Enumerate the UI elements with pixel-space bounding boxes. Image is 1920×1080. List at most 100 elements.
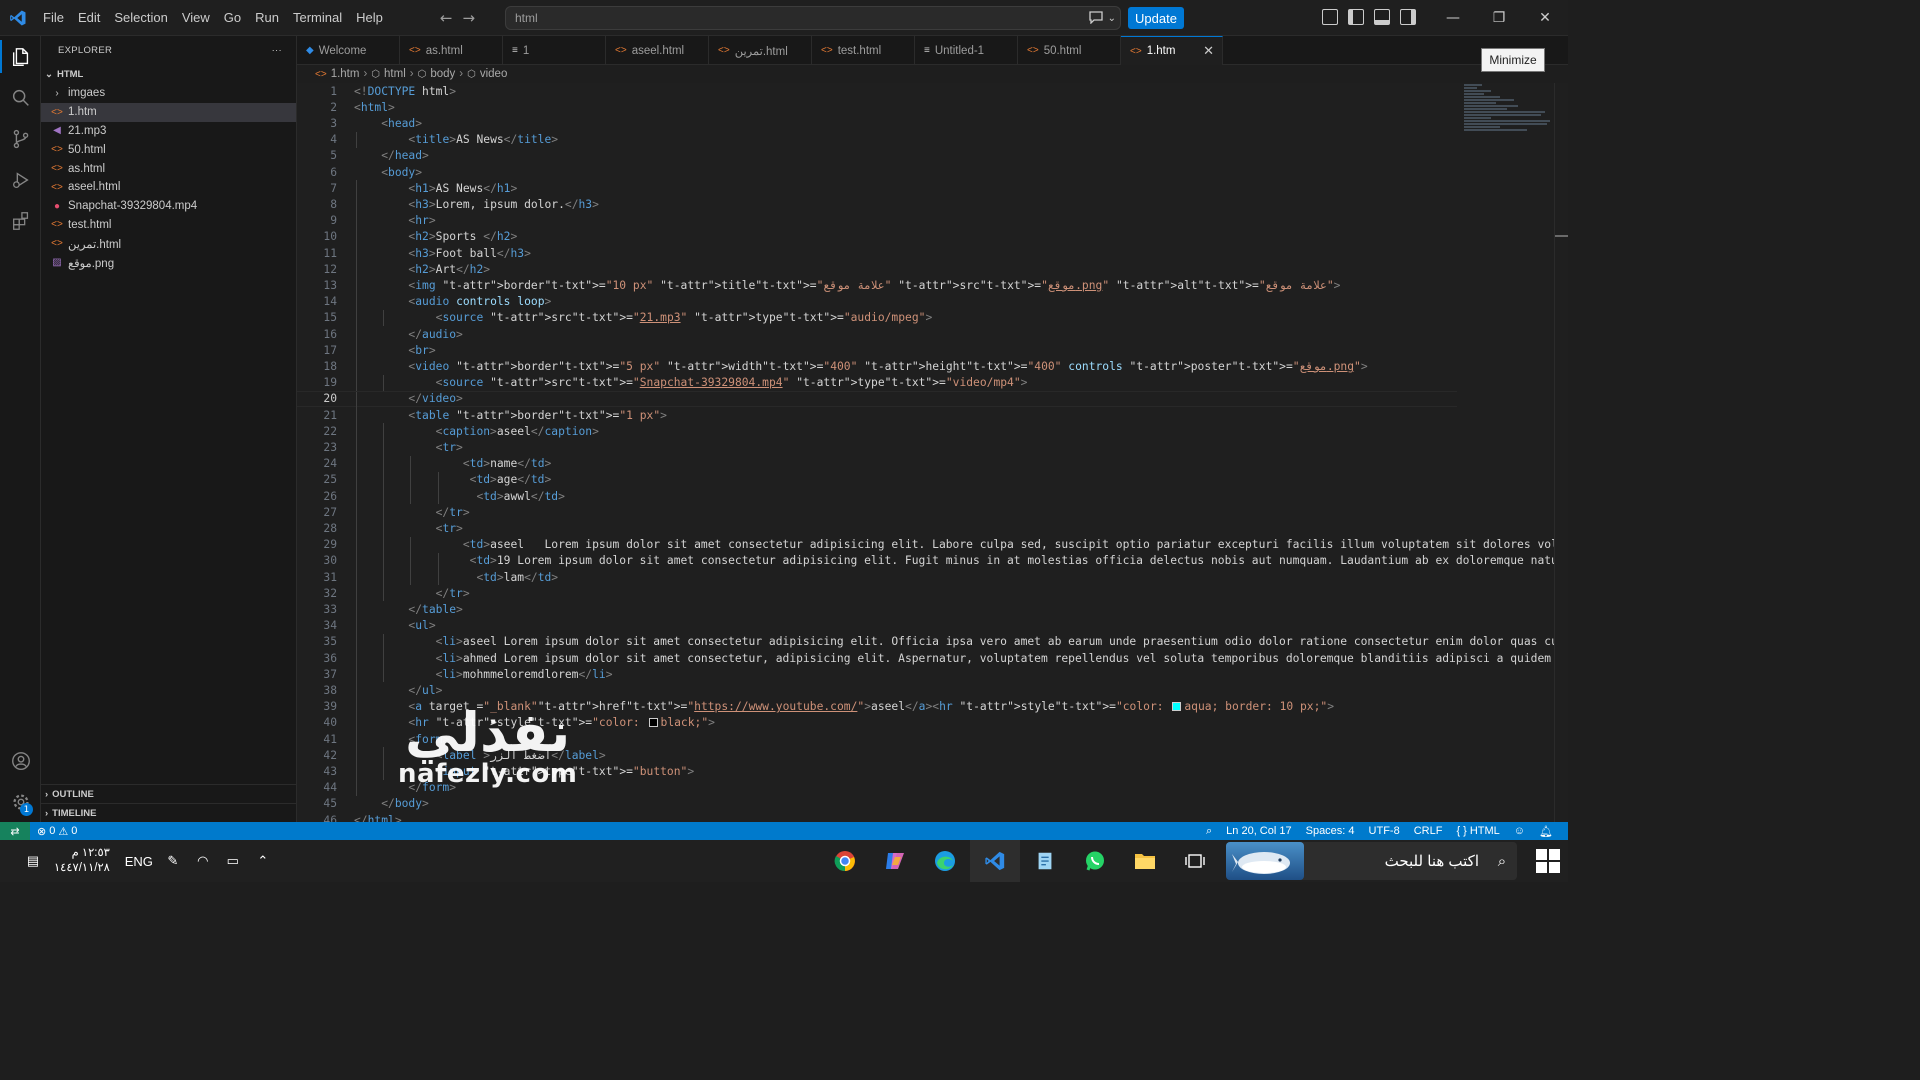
editor-tab[interactable]: <> 1.htm ✕ [1121,36,1223,65]
code-line[interactable]: 37 <li>mohmmeloremdlorem</li> [297,666,1457,683]
account-icon[interactable] [0,740,41,781]
code-line[interactable]: 32 </tr> [297,585,1457,602]
forward-arrow-icon[interactable]: → [462,9,475,27]
breadcrumb-video[interactable]: video [480,68,508,80]
code-line[interactable]: 29 <td>aseel Lorem ipsum dolor sit amet … [297,536,1568,553]
editor-tab[interactable]: <> aseel.html [606,36,709,65]
code-line[interactable]: 26 <td>awwl</td> [297,488,1457,505]
code-line[interactable]: 12 <h2>Art</h2> [297,261,1457,278]
wifi-icon[interactable]: ◠ [188,840,218,882]
end-of-line[interactable]: CRLF [1407,825,1450,837]
manage-gear-icon[interactable]: 1 [0,781,41,822]
explorer-item[interactable]: <> 1.htm [41,102,296,122]
code-line[interactable]: 1 <!DOCTYPE html> [297,83,1457,99]
editor-tab[interactable]: <> تمرين.html [709,36,812,65]
notifications-bell-icon[interactable]: 🔔︎ [1532,825,1560,838]
code-line[interactable]: 13 <img "t-attr">border"t-txt">="10 px" … [297,277,1457,294]
minimap[interactable] [1464,83,1554,163]
menu-file[interactable]: File [36,10,71,25]
explorer-item[interactable]: ▨ موقع.png [41,253,296,272]
code-line[interactable]: 17 <br> [297,342,1457,359]
notification-center-icon[interactable]: ▤ [18,840,48,882]
timeline-section[interactable]: › TIMELINE [41,803,297,822]
copilot-app-icon[interactable] [870,840,920,882]
toggle-panel-icon[interactable] [1374,9,1390,25]
search-icon[interactable] [0,77,41,118]
toggle-secondary-sidebar-icon[interactable] [1400,9,1416,25]
explorer-item[interactable]: <> test.html [41,216,296,235]
code-line[interactable]: 23 <tr> [297,439,1457,456]
editor-tab[interactable]: <> as.html [400,36,503,65]
command-center[interactable]: html ⌄ [505,6,1121,30]
source-control-icon[interactable] [0,118,41,159]
breadcrumb-body[interactable]: body [430,68,455,80]
code-line[interactable]: 38 </ul> [297,682,1457,699]
customize-layout-icon[interactable] [1322,9,1338,25]
task-view-icon[interactable] [1170,840,1220,882]
vscode-taskbar-icon[interactable] [970,840,1020,882]
run-debug-icon[interactable] [0,159,41,200]
code-line[interactable]: 8 <h3>Lorem, ipsum dolor.</h3> [297,196,1457,213]
menu-help[interactable]: Help [349,10,390,25]
code-line[interactable]: 2 <html> [297,99,1457,115]
code-line[interactable]: 45 </body> [297,796,1457,812]
code-line[interactable]: 33 </table> [297,601,1457,618]
show-hidden-icons-chevron-icon[interactable]: ⌃ [248,840,278,882]
language-mode[interactable]: { } HTML [1449,825,1506,837]
editor-tab[interactable]: ≡ Untitled-1 [915,36,1018,65]
windows-start-icon[interactable] [1536,849,1560,873]
explorer-item[interactable]: ◀ 21.mp3 [41,122,296,141]
explorer-item[interactable]: <> 50.html [41,140,296,159]
encoding[interactable]: UTF-8 [1362,825,1407,837]
explorer-item[interactable]: <> as.html [41,159,296,178]
menu-selection[interactable]: Selection [107,10,174,25]
battery-icon[interactable]: ▭ [218,840,248,882]
restore-icon[interactable]: ❐ [1476,0,1522,36]
explorer-item[interactable]: <> aseel.html [41,178,296,197]
editor-tab[interactable]: <> 50.html [1018,36,1121,65]
code-line[interactable]: 20 </video> [297,390,1457,408]
editor-tab[interactable]: ◆ Welcome [297,36,400,65]
code-line[interactable]: 21 <table "t-attr">border"t-txt">="1 px"… [297,407,1457,424]
zoom-icon[interactable]: ⌕ [1199,825,1219,838]
workspace-folder[interactable]: ⌄ HTML [41,64,296,84]
chrome-icon[interactable] [820,840,870,882]
toggle-primary-sidebar-icon[interactable] [1348,9,1364,25]
code-line[interactable]: 9 <hr> [297,212,1457,229]
code-line[interactable]: 7 <h1>AS News</h1> [297,180,1457,197]
code-line[interactable]: 28 <tr> [297,520,1457,537]
code-line[interactable]: 3 <head> [297,115,1457,131]
copilot-chat-icon[interactable] [1088,10,1104,27]
explorer-item[interactable]: <> تمرين.html [41,234,296,253]
clock[interactable]: ١٢:٥٣ م ١٤٤٧/١١/٢٨ [48,846,120,876]
back-arrow-icon[interactable]: ← [440,9,453,27]
menu-view[interactable]: View [175,10,217,25]
close-tab-icon[interactable]: ✕ [1203,43,1214,59]
whatsapp-icon[interactable] [1070,840,1120,882]
code-line[interactable]: 30 <td>19 Lorem ipsum dolor sit amet con… [297,552,1565,569]
explorer-item[interactable]: ● Snapchat-39329804.mp4 [41,197,296,216]
update-button[interactable]: Update [1128,7,1184,29]
code-line[interactable]: 18 <video "t-attr">border"t-txt">="5 px"… [297,358,1457,375]
remote-indicator-icon[interactable]: ⇄ [0,822,30,840]
scrollbar-thumb[interactable] [1555,235,1568,237]
explorer-icon[interactable] [0,36,41,77]
code-line[interactable]: 35 <li>aseel Lorem ipsum dolor sit amet … [297,633,1568,650]
code-line[interactable]: 19 <source "t-attr">src"t-txt">="Snapcha… [297,374,1457,391]
code-line[interactable]: 11 <h3>Foot ball</h3> [297,245,1457,262]
code-line[interactable]: 36 <li>ahmed Lorem ipsum dolor sit amet … [297,650,1568,667]
outline-section[interactable]: › OUTLINE [41,784,297,803]
edge-browser-icon[interactable] [920,840,970,882]
code-line[interactable]: 15 <source "t-attr">src"t-txt">="21.mp3"… [297,309,1457,326]
code-line[interactable]: 34 <ul> [297,617,1457,634]
editor-tab[interactable]: <> test.html [812,36,915,65]
code-line[interactable]: 46 </html> [297,812,1457,822]
editor-tab[interactable]: ≡ 1 [503,36,606,65]
menu-edit[interactable]: Edit [71,10,107,25]
taskbar-search-box[interactable]: اكتب هنا للبحث ⌕ [1226,842,1517,880]
menu-run[interactable]: Run [248,10,286,25]
input-language[interactable]: ENG [120,840,158,882]
indentation[interactable]: Spaces: 4 [1299,825,1362,837]
pen-icon[interactable]: ✎ [158,840,188,882]
code-line[interactable]: 22 <caption>aseel</caption> [297,423,1457,440]
